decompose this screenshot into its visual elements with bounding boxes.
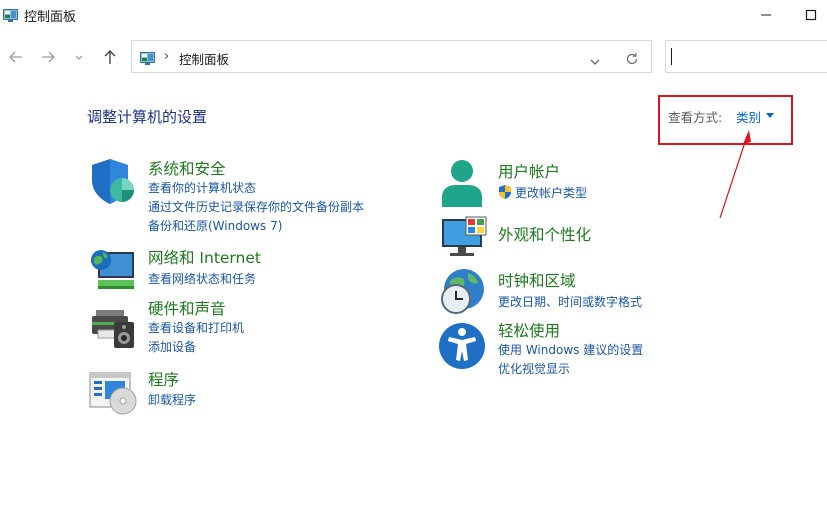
back-button[interactable] bbox=[6, 47, 26, 67]
link-network-status[interactable]: 查看网络状态和任务 bbox=[148, 270, 256, 287]
up-button[interactable] bbox=[100, 47, 120, 67]
category-network-internet[interactable]: 网络和 Internet bbox=[148, 246, 261, 268]
category-appearance-personalization[interactable]: 外观和个性化 bbox=[498, 223, 591, 245]
page-title: 调整计算机的设置 bbox=[87, 108, 208, 126]
refresh-button[interactable] bbox=[625, 51, 639, 70]
shield-icon[interactable] bbox=[88, 156, 138, 206]
category-clock-region[interactable]: 时钟和区域 bbox=[498, 269, 576, 291]
window-title: 控制面板 bbox=[24, 10, 77, 25]
address-history-button[interactable] bbox=[589, 52, 601, 71]
category-hardware-sound[interactable]: 硬件和声音 bbox=[148, 297, 226, 319]
minimize-button[interactable] bbox=[743, 0, 789, 30]
globe-monitor-icon[interactable] bbox=[88, 244, 138, 294]
uac-shield-icon bbox=[498, 184, 512, 199]
category-user-accounts[interactable]: 用户帐户 bbox=[498, 160, 560, 182]
maximize-button[interactable] bbox=[788, 0, 827, 30]
maximize-icon bbox=[805, 9, 817, 21]
category-system-security[interactable]: 系统和安全 bbox=[148, 157, 226, 179]
link-recommended-settings[interactable]: 使用 Windows 建议的设置 bbox=[498, 341, 643, 358]
user-icon[interactable] bbox=[438, 157, 488, 207]
control-panel-icon bbox=[140, 50, 155, 65]
refresh-icon bbox=[626, 53, 638, 65]
category-ease-of-access[interactable]: 轻松使用 bbox=[498, 319, 560, 341]
chevron-down-icon bbox=[75, 55, 83, 60]
monitor-palette-icon[interactable] bbox=[438, 213, 488, 263]
forward-button[interactable] bbox=[38, 47, 58, 67]
forward-arrow-icon bbox=[42, 51, 55, 63]
control-panel-icon bbox=[3, 7, 18, 22]
programs-disc-icon[interactable] bbox=[88, 367, 138, 417]
back-arrow-icon bbox=[9, 51, 22, 63]
printer-speaker-icon[interactable] bbox=[88, 300, 138, 350]
address-bar[interactable]: › 控制面板 bbox=[131, 40, 652, 73]
minimize-icon bbox=[761, 14, 771, 16]
link-add-device[interactable]: 添加设备 bbox=[148, 338, 196, 355]
link-view-computer-status[interactable]: 查看你的计算机状态 bbox=[148, 179, 256, 196]
link-backup-restore[interactable]: 备份和还原(Windows 7) bbox=[148, 217, 282, 234]
chevron-down-icon bbox=[590, 59, 600, 65]
category-programs[interactable]: 程序 bbox=[148, 368, 179, 390]
link-optimize-visual-display[interactable]: 优化视觉显示 bbox=[498, 360, 570, 377]
text-cursor bbox=[671, 48, 672, 65]
recent-locations-button[interactable] bbox=[72, 47, 86, 67]
search-input[interactable] bbox=[665, 40, 827, 73]
link-change-date-time-format[interactable]: 更改日期、时间或数字格式 bbox=[498, 293, 642, 310]
accessibility-icon[interactable] bbox=[438, 320, 488, 370]
link-uninstall-program[interactable]: 卸载程序 bbox=[148, 391, 196, 408]
link-file-history-backup[interactable]: 通过文件历史记录保存你的文件备份副本 bbox=[148, 198, 364, 215]
annotation-arrow bbox=[719, 130, 751, 219]
up-arrow-icon bbox=[104, 50, 116, 64]
breadcrumb-control-panel[interactable]: 控制面板 bbox=[179, 49, 229, 68]
link-devices-printers[interactable]: 查看设备和打印机 bbox=[148, 319, 244, 336]
clock-globe-icon[interactable] bbox=[438, 267, 488, 317]
breadcrumb-separator: › bbox=[164, 49, 170, 64]
link-change-account-type[interactable]: 更改帐户类型 bbox=[515, 184, 587, 201]
